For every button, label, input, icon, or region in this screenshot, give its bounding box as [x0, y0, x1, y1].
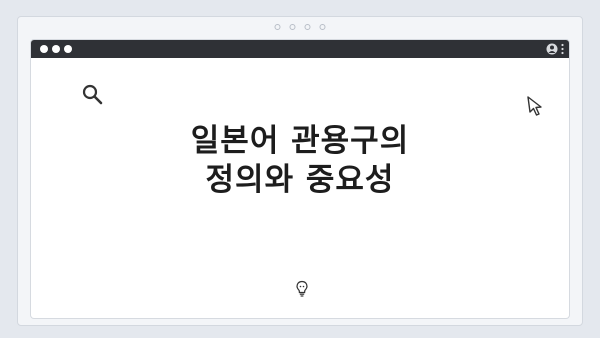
frame-dot: [319, 24, 326, 30]
user-icon[interactable]: [546, 43, 558, 55]
window-control-dot[interactable]: [52, 45, 60, 53]
slide-title: 일본어 관용구의 정의와 중요성: [31, 122, 569, 200]
cursor-icon: [527, 96, 542, 116]
window-titlebar: [31, 40, 569, 58]
lightbulb-icon: [296, 280, 308, 297]
slide-title-line-2: 정의와 중요성: [205, 162, 395, 198]
window-controls: [40, 45, 72, 53]
frame-indicator-dots: [274, 24, 326, 30]
search-icon: [82, 84, 103, 105]
frame-dot: [289, 24, 296, 30]
frame-dot: [274, 24, 281, 30]
window-control-dot[interactable]: [40, 45, 48, 53]
titlebar-actions: [546, 43, 564, 55]
kebab-menu-icon[interactable]: [561, 43, 564, 55]
frame-dot: [304, 24, 311, 30]
browser-window: 일본어 관용구의 정의와 중요성: [31, 40, 569, 318]
window-control-dot[interactable]: [64, 45, 72, 53]
slide-title-line-1: 일본어 관용구의: [190, 123, 410, 159]
